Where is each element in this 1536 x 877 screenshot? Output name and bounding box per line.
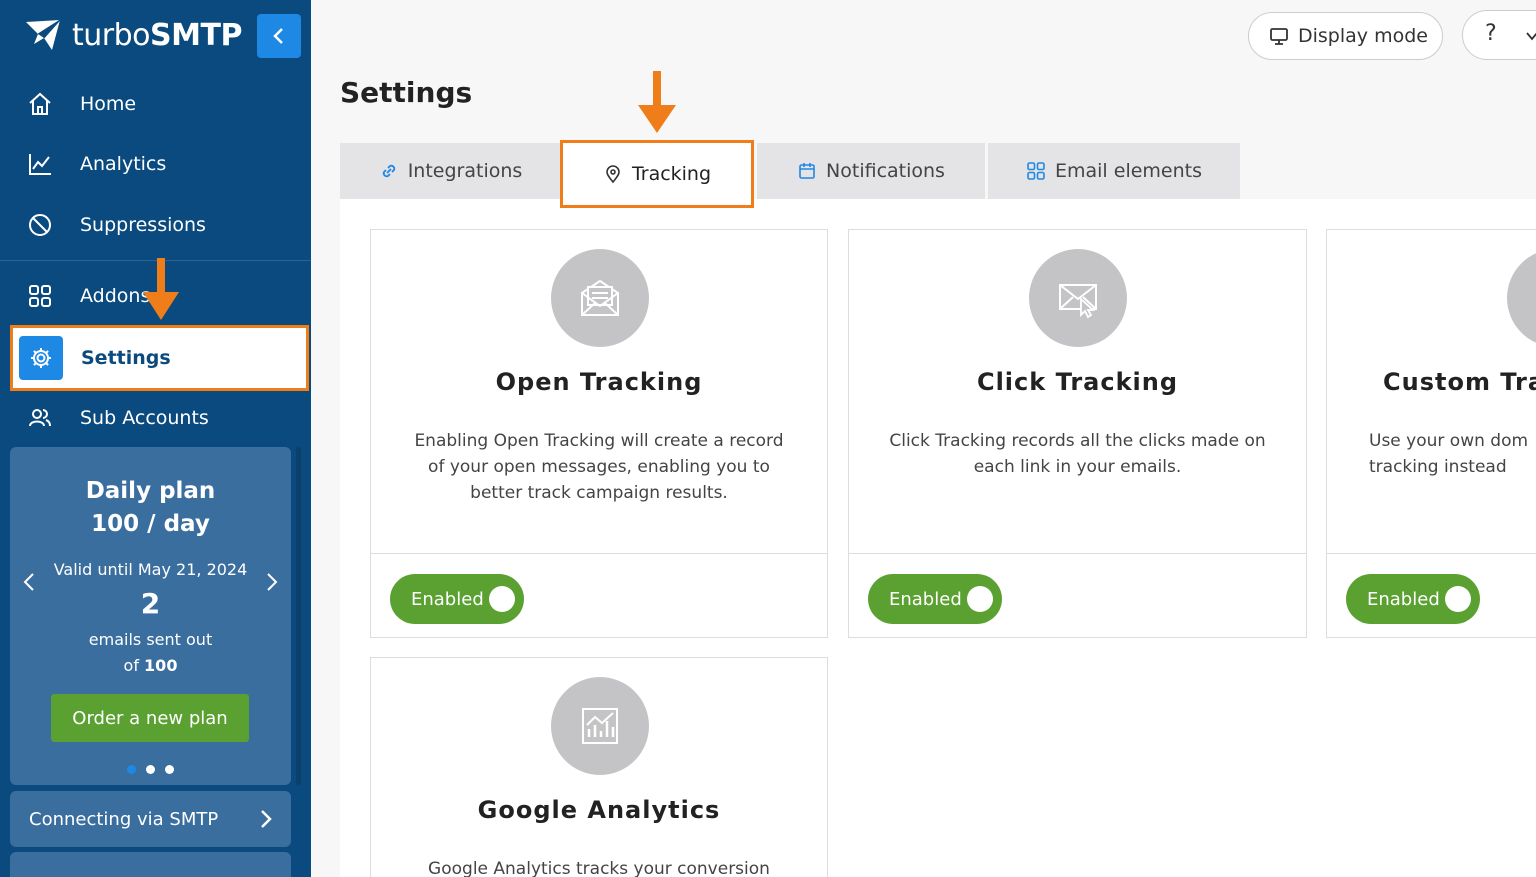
carousel-dot[interactable] (127, 765, 136, 774)
analytics-chart-icon (551, 677, 649, 775)
gear-icon (19, 336, 63, 380)
connecting-smtp-link[interactable]: Connecting via SMTP (10, 791, 291, 847)
card-title: Google Analytics (477, 796, 721, 824)
home-icon (26, 90, 54, 118)
annotation-arrow-icon (638, 71, 676, 133)
open-envelope-icon (551, 249, 649, 347)
tab-notifications[interactable]: Notifications (757, 143, 985, 199)
card-body: Open Tracking Enabling Open Tracking wil… (371, 230, 827, 554)
toggle-knob (489, 586, 515, 612)
tab-tracking[interactable]: Tracking (560, 140, 754, 208)
tab-label: Email elements (1055, 160, 1202, 182)
tab-label: Notifications (826, 160, 945, 182)
tab-email-elements[interactable]: Email elements (988, 143, 1240, 199)
sidebar-item-label: Home (80, 93, 137, 115)
turbosmtp-logo-icon (26, 19, 61, 50)
sidebar-item-label: Settings (81, 347, 171, 369)
calendar-icon (799, 163, 815, 179)
brand-logo[interactable]: turboSMTP (22, 14, 242, 56)
display-mode-label: Display mode (1298, 25, 1428, 47)
google-analytics-card: Google Analytics Google Analytics tracks… (370, 657, 828, 877)
card-title: Custom Tra (1383, 368, 1536, 396)
page-title: Settings (340, 76, 473, 109)
toggle-knob (1445, 586, 1471, 612)
sidebar-item-label: Sub Accounts (80, 407, 209, 429)
location-pin-icon (606, 165, 620, 184)
chevron-left-icon (273, 28, 283, 44)
custom-tracking-card: Custom Tra Use your own dom tracking ins… (1326, 229, 1536, 638)
sidebar-item-home[interactable]: Home (0, 74, 311, 134)
collapse-sidebar-button[interactable] (257, 14, 301, 58)
custom-tracking-toggle[interactable]: Enabled (1346, 574, 1480, 624)
order-plan-button[interactable]: Order a new plan (51, 694, 249, 742)
sidebar-item-suppressions[interactable]: Suppressions (0, 195, 311, 255)
display-mode-button[interactable]: Display mode (1248, 12, 1443, 60)
chevron-right-icon (261, 810, 272, 828)
open-tracking-toggle[interactable]: Enabled (390, 574, 524, 624)
carousel-dot[interactable] (146, 765, 155, 774)
sidebar-item-settings[interactable]: Settings (10, 325, 309, 391)
monitor-icon (1270, 28, 1288, 45)
card-description: Google Analytics tracks your conversion (428, 859, 770, 877)
sidebar-item-sub-accounts[interactable]: Sub Accounts (0, 388, 311, 448)
card-body: Custom Tra Use your own dom tracking ins… (1327, 230, 1536, 554)
help-menu-button[interactable]: ? (1462, 10, 1536, 60)
analytics-icon (26, 150, 54, 178)
card-title: Click Tracking (976, 368, 1179, 396)
sidebar-item-label: Analytics (80, 153, 167, 175)
carousel-dot[interactable] (165, 765, 174, 774)
click-tracking-card: Click Tracking Click Tracking records al… (848, 229, 1307, 638)
tab-integrations[interactable]: Integrations (340, 143, 561, 199)
plan-title: Daily plan 100 / day (85, 478, 216, 537)
sidebar: turboSMTP Home Analytics Suppressions Ad… (0, 0, 311, 877)
click-tracking-toggle[interactable]: Enabled (868, 574, 1002, 624)
sidebar-item-analytics[interactable]: Analytics (0, 134, 311, 194)
addons-icon (26, 282, 54, 310)
sidebar-scrollbar[interactable] (296, 447, 301, 785)
sidebar-item-label: Addons (80, 285, 151, 307)
sidebar-item-label: Suppressions (80, 214, 206, 236)
custom-tracking-icon (1507, 249, 1536, 347)
click-envelope-icon (1029, 249, 1127, 347)
open-tracking-card: Open Tracking Enabling Open Tracking wil… (370, 229, 828, 638)
annotation-arrow-icon (143, 258, 179, 320)
suppressions-icon (26, 211, 54, 239)
daily-plan-card: Daily plan 100 / day Valid until May 21, … (10, 447, 291, 785)
carousel-dots (10, 765, 291, 774)
card-description: Use your own dom tracking instead (1369, 431, 1529, 477)
toggle-label: Enabled (411, 588, 484, 610)
help-icon: ? (1485, 21, 1497, 46)
plan-valid-until: Valid until May 21, 2024 (53, 560, 248, 579)
users-icon (26, 404, 54, 432)
plan-sent-label: emails sent out of 100 (88, 630, 213, 675)
card-body: Click Tracking Click Tracking records al… (849, 230, 1306, 554)
tab-label: Integrations (407, 160, 523, 182)
card-title: Open Tracking (495, 368, 703, 396)
sidebar-bottom-card[interactable] (10, 852, 291, 877)
smtp-link-label: Connecting via SMTP (29, 808, 219, 830)
toggle-knob (967, 586, 993, 612)
card-description: Enabling Open Tracking will create a rec… (414, 431, 784, 503)
toggle-label: Enabled (889, 588, 962, 610)
plan-sent-count: 2 (140, 587, 161, 620)
link-icon (382, 164, 395, 178)
tab-label: Tracking (631, 163, 712, 185)
toggle-label: Enabled (1367, 588, 1440, 610)
card-description: Click Tracking records all the clicks ma… (889, 431, 1266, 477)
chevron-down-icon (1526, 32, 1536, 41)
brand-name: turboSMTP (72, 17, 242, 53)
grid-icon (1027, 162, 1045, 180)
